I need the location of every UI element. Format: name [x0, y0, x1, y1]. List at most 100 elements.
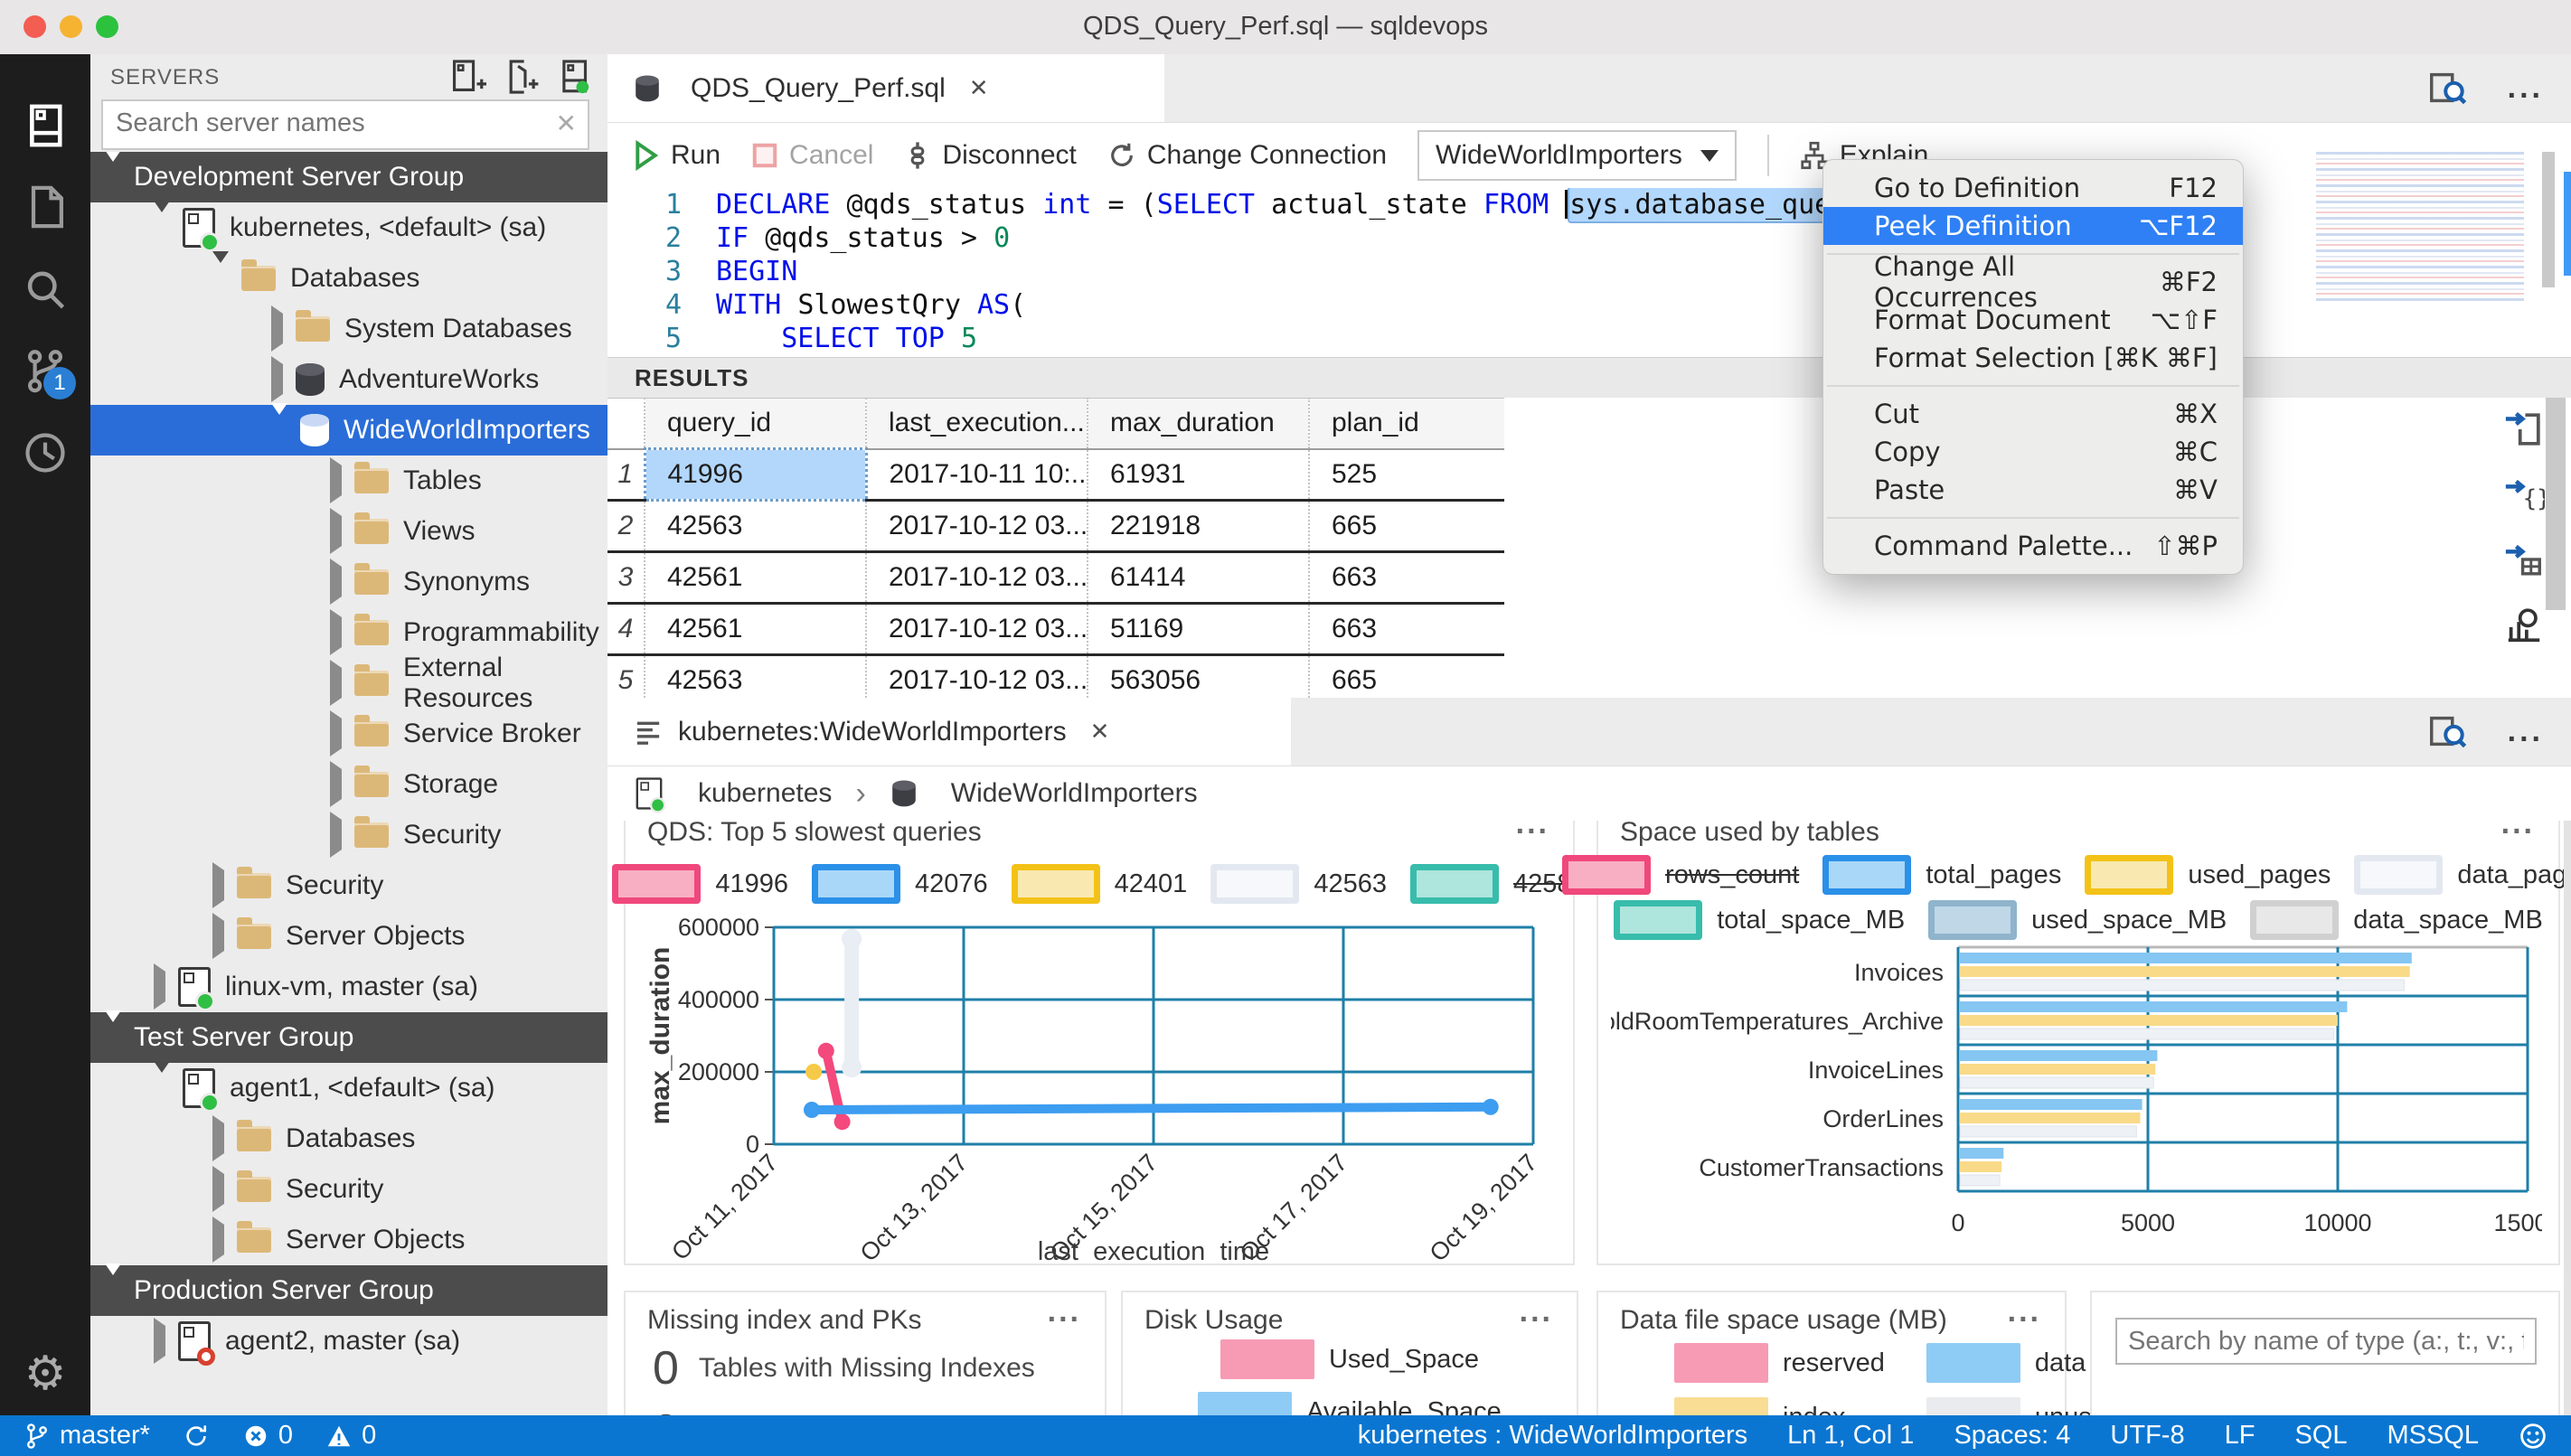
status-right-item[interactable]: SQL: [2294, 1421, 2347, 1451]
minimap[interactable]: [2316, 152, 2524, 304]
grid-cell[interactable]: 42563: [644, 654, 866, 698]
legend-item-used_space_MB[interactable]: used_space_MB: [1928, 900, 2227, 940]
tree-item-views[interactable]: Views: [90, 506, 607, 557]
grid-cell[interactable]: 221918: [1087, 500, 1309, 553]
server-group-production-server-group[interactable]: Production Server Group: [90, 1263, 607, 1316]
breadcrumb-item[interactable]: kubernetes: [698, 778, 832, 809]
twistie-collapsed-icon[interactable]: [212, 1216, 224, 1263]
twistie-collapsed-icon[interactable]: [154, 1318, 165, 1364]
feedback-smiley-icon[interactable]: [2519, 1422, 2547, 1451]
menu-item-format-document[interactable]: Format Document ⌥⇧F: [1823, 301, 2243, 339]
editor-tab[interactable]: QDS_Query_Perf.sql ✕: [607, 54, 1164, 122]
clear-search-icon[interactable]: ✕: [556, 108, 577, 138]
legend-item-total_pages[interactable]: total_pages: [1822, 855, 2061, 895]
status-sync[interactable]: [183, 1423, 210, 1450]
tree-item-programmability[interactable]: Programmability: [90, 607, 607, 658]
twistie-collapsed-icon[interactable]: [212, 1166, 224, 1212]
new-server-group-icon[interactable]: [503, 58, 541, 96]
space-widget-menu-icon[interactable]: ...: [2501, 821, 2535, 841]
new-connection-icon[interactable]: [448, 58, 486, 96]
grid-cell[interactable]: 563056: [1087, 654, 1309, 698]
legend-item-42583[interactable]: 42583: [1409, 864, 1587, 904]
menu-item-peek-definition[interactable]: Peek Definition ⌥F12: [1823, 207, 2243, 245]
column-header-query_id[interactable]: query_id: [644, 398, 866, 450]
menu-item-cut[interactable]: Cut ⌘X: [1823, 395, 2243, 433]
run-button[interactable]: Run: [633, 140, 720, 171]
tree-item-server-objects[interactable]: Server Objects: [90, 911, 607, 962]
disconnect-button[interactable]: Disconnect: [904, 140, 1077, 171]
grid-cell[interactable]: 41996: [643, 447, 868, 502]
status-right-item[interactable]: Spaces: 4: [1954, 1421, 2070, 1451]
tree-item-databases[interactable]: Databases: [90, 1113, 607, 1164]
menu-item-change-all-occurrences[interactable]: Change All Occurrences ⌘F2: [1823, 251, 2243, 313]
status-right-item[interactable]: kubernetes : WideWorldImporters: [1358, 1421, 1747, 1451]
database-dropdown[interactable]: WideWorldImporters: [1417, 130, 1737, 181]
twistie-collapsed-icon[interactable]: [330, 609, 342, 655]
tree-item-tables[interactable]: Tables: [90, 456, 607, 506]
twistie-collapsed-icon[interactable]: [271, 356, 283, 402]
twistie-collapsed-icon[interactable]: [271, 305, 283, 352]
legend-item-42076[interactable]: 42076: [812, 864, 988, 904]
grid-cell[interactable]: 2017-10-12 03...: [865, 654, 1088, 698]
open-preview-icon[interactable]: [2426, 67, 2468, 108]
menu-item-go-to-definition[interactable]: Go to Definition F12: [1823, 169, 2243, 207]
connections-icon[interactable]: [0, 90, 90, 161]
grid-cell[interactable]: 665: [1308, 500, 1504, 553]
settings-gear-icon[interactable]: ⚙: [0, 1347, 90, 1401]
grid-cell[interactable]: 2017-10-12 03...: [865, 500, 1088, 553]
object-search-input[interactable]: [2115, 1318, 2537, 1365]
tree-item-agent1-default-sa-[interactable]: agent1, <default> (sa): [90, 1061, 607, 1113]
menu-item-command-palette-[interactable]: Command Palette... ⇧⌘P: [1823, 527, 2243, 565]
source-control-icon[interactable]: 1: [0, 336, 90, 407]
grid-cell[interactable]: 61931: [1087, 448, 1309, 502]
twistie-expanded-icon[interactable]: [271, 403, 287, 446]
history-icon[interactable]: [0, 418, 90, 488]
twistie-collapsed-icon[interactable]: [330, 508, 342, 554]
twistie-collapsed-icon[interactable]: [330, 457, 342, 503]
tree-item-system-databases[interactable]: System Databases: [90, 304, 607, 354]
legend-item-rows_count[interactable]: rows_count: [1562, 855, 1799, 895]
status-right-item[interactable]: LF: [2225, 1421, 2256, 1451]
tree-item-synonyms[interactable]: Synonyms: [90, 557, 607, 607]
twistie-collapsed-icon[interactable]: [330, 710, 342, 756]
twistie-collapsed-icon[interactable]: [330, 559, 342, 605]
status-branch[interactable]: master*: [24, 1421, 150, 1451]
legend-item-data_pages[interactable]: data_pages: [2354, 855, 2571, 895]
panel-preview-icon[interactable]: [2426, 710, 2468, 752]
legend-item-used_pages[interactable]: used_pages: [2085, 855, 2331, 895]
server-group-test-server-group[interactable]: Test Server Group: [90, 1010, 607, 1063]
more-actions-icon[interactable]: ...: [2508, 72, 2544, 103]
results-scrollbar[interactable]: [2546, 398, 2566, 610]
view-as-chart-icon[interactable]: [2503, 604, 2545, 645]
editor-scrollbar[interactable]: [2542, 152, 2555, 287]
grid-cell[interactable]: 42563: [644, 500, 866, 553]
grid-cell[interactable]: 665: [1308, 654, 1504, 698]
breadcrumb-item[interactable]: WideWorldImporters: [951, 778, 1198, 809]
close-panel-tab-icon[interactable]: ✕: [1090, 718, 1110, 746]
twistie-collapsed-icon[interactable]: [212, 862, 224, 908]
status-warning[interactable]: 0: [325, 1421, 376, 1451]
save-as-csv-icon[interactable]: [2503, 409, 2545, 450]
grid-cell[interactable]: 2017-10-12 03...: [865, 551, 1088, 605]
datafile-legend-item[interactable]: index: [1674, 1397, 1885, 1415]
server-search-input[interactable]: [114, 103, 542, 143]
grid-cell[interactable]: 525: [1308, 448, 1504, 502]
change-connection-button[interactable]: Change Connection: [1107, 140, 1387, 171]
tree-item-security[interactable]: Security: [90, 1164, 607, 1215]
twistie-collapsed-icon[interactable]: [330, 761, 342, 807]
legend-item-data_space_MB[interactable]: data_space_MB: [2250, 900, 2543, 940]
twistie-expanded-icon[interactable]: [105, 1263, 121, 1306]
missing-index-menu-icon[interactable]: ...: [1048, 1294, 1081, 1329]
twistie-expanded-icon[interactable]: [154, 1061, 170, 1104]
datafile-legend-item[interactable]: reserved: [1674, 1343, 1885, 1383]
disk-usage-menu-icon[interactable]: ...: [1520, 1294, 1553, 1329]
tree-item-external-resources[interactable]: External Resources: [90, 653, 607, 713]
qds-widget-menu-icon[interactable]: ...: [1516, 821, 1549, 841]
grid-cell[interactable]: 2017-10-11 10:...: [865, 448, 1088, 502]
close-tab-icon[interactable]: ✕: [969, 74, 989, 102]
cancel-button[interactable]: Cancel: [751, 140, 873, 171]
dashboard-scrollbar[interactable]: [2564, 821, 2571, 1415]
twistie-expanded-icon[interactable]: [105, 152, 121, 193]
twistie-collapsed-icon[interactable]: [154, 963, 165, 1010]
grid-cell[interactable]: 42561: [644, 551, 866, 605]
